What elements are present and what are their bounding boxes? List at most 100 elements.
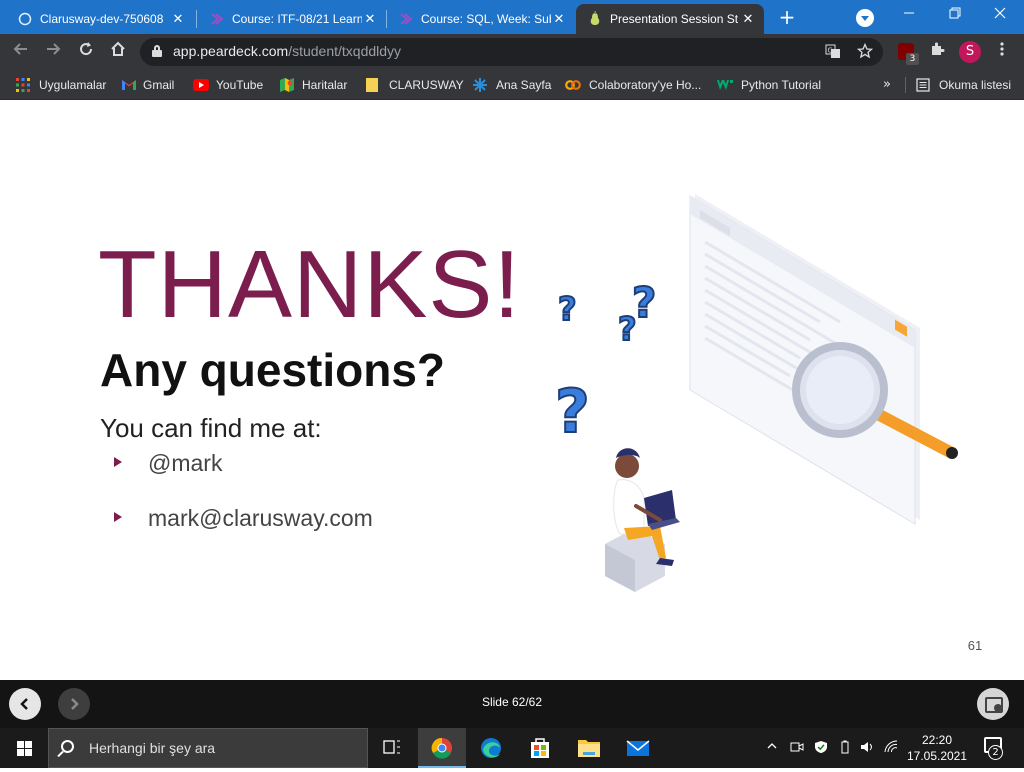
tab-close-icon[interactable]: ✕ <box>170 11 186 27</box>
minimize-button[interactable] <box>898 4 920 26</box>
tab-title: Course: SQL, Week: Sub <box>421 12 551 26</box>
bookmarks-more-button[interactable]: » <box>883 77 891 92</box>
profile-avatar[interactable]: S <box>959 41 981 63</box>
browser-tab[interactable]: Course: SQL, Week: Sub ✕ <box>387 4 575 34</box>
bookmark-label: Uygulamalar <box>39 78 107 92</box>
peardeck-navigation-bar: Slide 62/62 <box>0 680 1024 728</box>
browser-tab-strip: Clarusway-dev-750608 ✕ Course: ITF-08/21… <box>0 0 1024 34</box>
bookmark-item[interactable]: Haritalar <box>279 76 347 94</box>
gmail-icon <box>122 80 136 90</box>
bookmark-folder[interactable]: CLARUSWAY <box>365 76 464 94</box>
extensions-puzzle-icon[interactable] <box>926 41 948 63</box>
folder-icon <box>366 78 378 92</box>
bookmark-item[interactable]: Python Tutorial <box>717 76 821 94</box>
edge-taskbar-icon[interactable] <box>467 728 515 768</box>
reading-list-label: Okuma listesi <box>939 78 1012 92</box>
bookmark-item[interactable]: Ana Sayfa <box>472 76 551 94</box>
browser-toolbar: app.peardeck.com/student/txqddldyy G 3 S <box>0 34 1024 70</box>
svg-text:G: G <box>828 47 833 55</box>
contact-handle: @mark <box>148 450 223 476</box>
person-laptop-icon <box>605 448 680 592</box>
peardeck-icon <box>590 11 600 25</box>
youtube-icon <box>193 79 209 91</box>
browser-tab[interactable]: Clarusway-dev-750608 ✕ <box>6 4 194 34</box>
clock-date: 17.05.2021 <box>906 749 968 763</box>
tab-close-icon[interactable]: ✕ <box>740 11 756 27</box>
mail-taskbar-icon[interactable] <box>614 728 662 768</box>
bookmark-label: CLARUSWAY <box>389 78 464 92</box>
bookmarks-bar: Uygulamalar Gmail YouTube Haritalar CLAR… <box>0 70 1024 100</box>
browser-tab[interactable]: Course: ITF-08/21 Learn ✕ <box>198 4 386 34</box>
colab-icon <box>565 80 581 90</box>
task-view-button[interactable] <box>368 728 416 768</box>
search-illustration: ? ? ? ? <box>554 194 958 592</box>
svg-text:?: ? <box>618 310 637 348</box>
translate-icon[interactable]: G <box>824 43 842 61</box>
bullet-arrow-icon <box>114 512 122 522</box>
tab-title: Presentation Session St <box>610 12 739 26</box>
lock-icon <box>152 45 162 57</box>
tab-separator <box>196 10 197 28</box>
svg-text:?: ? <box>555 377 590 447</box>
extension-badge: 3 <box>906 53 919 65</box>
reload-button[interactable] <box>75 41 97 63</box>
battery-icon[interactable] <box>838 740 852 757</box>
security-shield-icon[interactable] <box>814 740 828 757</box>
reading-list-icon <box>916 78 930 92</box>
address-bar[interactable]: app.peardeck.com/student/txqddldyy G <box>140 38 883 66</box>
reading-list-button[interactable]: Okuma listesi <box>916 76 1011 94</box>
bullet-arrow-icon <box>114 457 122 467</box>
bookmark-star-icon[interactable] <box>856 42 874 61</box>
slide-page-number: 61 <box>967 638 983 653</box>
new-tab-button[interactable]: + <box>776 6 798 28</box>
w3schools-icon <box>717 80 733 90</box>
meet-now-icon[interactable] <box>790 740 804 757</box>
back-button[interactable] <box>10 41 32 63</box>
maps-icon <box>280 78 294 92</box>
url-text: app.peardeck.com/student/txqddldyy <box>173 43 402 59</box>
file-explorer-taskbar-icon[interactable] <box>565 728 613 768</box>
clarusway-logo-icon <box>211 13 224 25</box>
tray-chevron-up-icon[interactable] <box>766 740 778 755</box>
browser-tab-active[interactable]: Presentation Session St ✕ <box>576 4 764 34</box>
search-placeholder: Herhangi bir şey ara <box>89 740 216 756</box>
clock-time: 22:20 <box>921 733 953 747</box>
ana-sayfa-icon <box>473 78 487 92</box>
bookmark-item[interactable]: Uygulamalar <box>15 76 106 94</box>
clarusway-logo-icon <box>400 13 413 25</box>
volume-icon[interactable] <box>860 740 874 757</box>
tab-title: Course: ITF-08/21 Learn <box>232 12 362 26</box>
windows-start-button[interactable] <box>0 728 48 768</box>
bookmark-item[interactable]: YouTube <box>193 76 263 94</box>
bookmark-label: Ana Sayfa <box>496 78 552 92</box>
wifi-icon[interactable] <box>884 740 898 757</box>
contact-email: mark@clarusway.com <box>148 505 373 531</box>
close-window-button[interactable] <box>989 4 1011 26</box>
windows-taskbar: Herhangi bir şey ara 22:20 17.05.2021 2 <box>0 728 1024 768</box>
kebab-menu-icon[interactable] <box>991 41 1013 63</box>
svg-text:?: ? <box>558 290 577 328</box>
slide-counter: Slide 62/62 <box>481 695 543 709</box>
tab-search-icon[interactable] <box>856 9 874 27</box>
bookmark-label: Haritalar <box>302 78 348 92</box>
bookmark-label: Gmail <box>143 78 175 92</box>
tab-title: Clarusway-dev-750608 <box>40 12 164 26</box>
chrome-taskbar-icon[interactable] <box>418 728 466 768</box>
store-taskbar-icon[interactable] <box>516 728 564 768</box>
home-button[interactable] <box>107 41 129 63</box>
dashboard-settings-icon[interactable] <box>977 688 1009 720</box>
forward-button[interactable] <box>42 41 64 63</box>
bookmark-item[interactable]: Gmail <box>121 76 174 94</box>
tab-close-icon[interactable]: ✕ <box>551 11 567 27</box>
notification-count-badge: 2 <box>988 745 1003 760</box>
question-mark-icon: ? ? ? ? <box>554 277 657 448</box>
tab-close-icon[interactable]: ✕ <box>362 11 378 27</box>
bookmark-item[interactable]: Colaboratory'ye Ho... <box>565 76 701 94</box>
search-icon <box>61 740 74 753</box>
slide-intro-text: You can find me at: <box>100 413 322 443</box>
restore-button[interactable] <box>944 4 966 26</box>
taskbar-search-box[interactable]: Herhangi bir şey ara <box>48 728 368 768</box>
circle-icon <box>18 12 32 26</box>
taskbar-clock[interactable]: 22:20 17.05.2021 <box>900 732 974 764</box>
bookmark-label: Python Tutorial <box>741 78 822 92</box>
